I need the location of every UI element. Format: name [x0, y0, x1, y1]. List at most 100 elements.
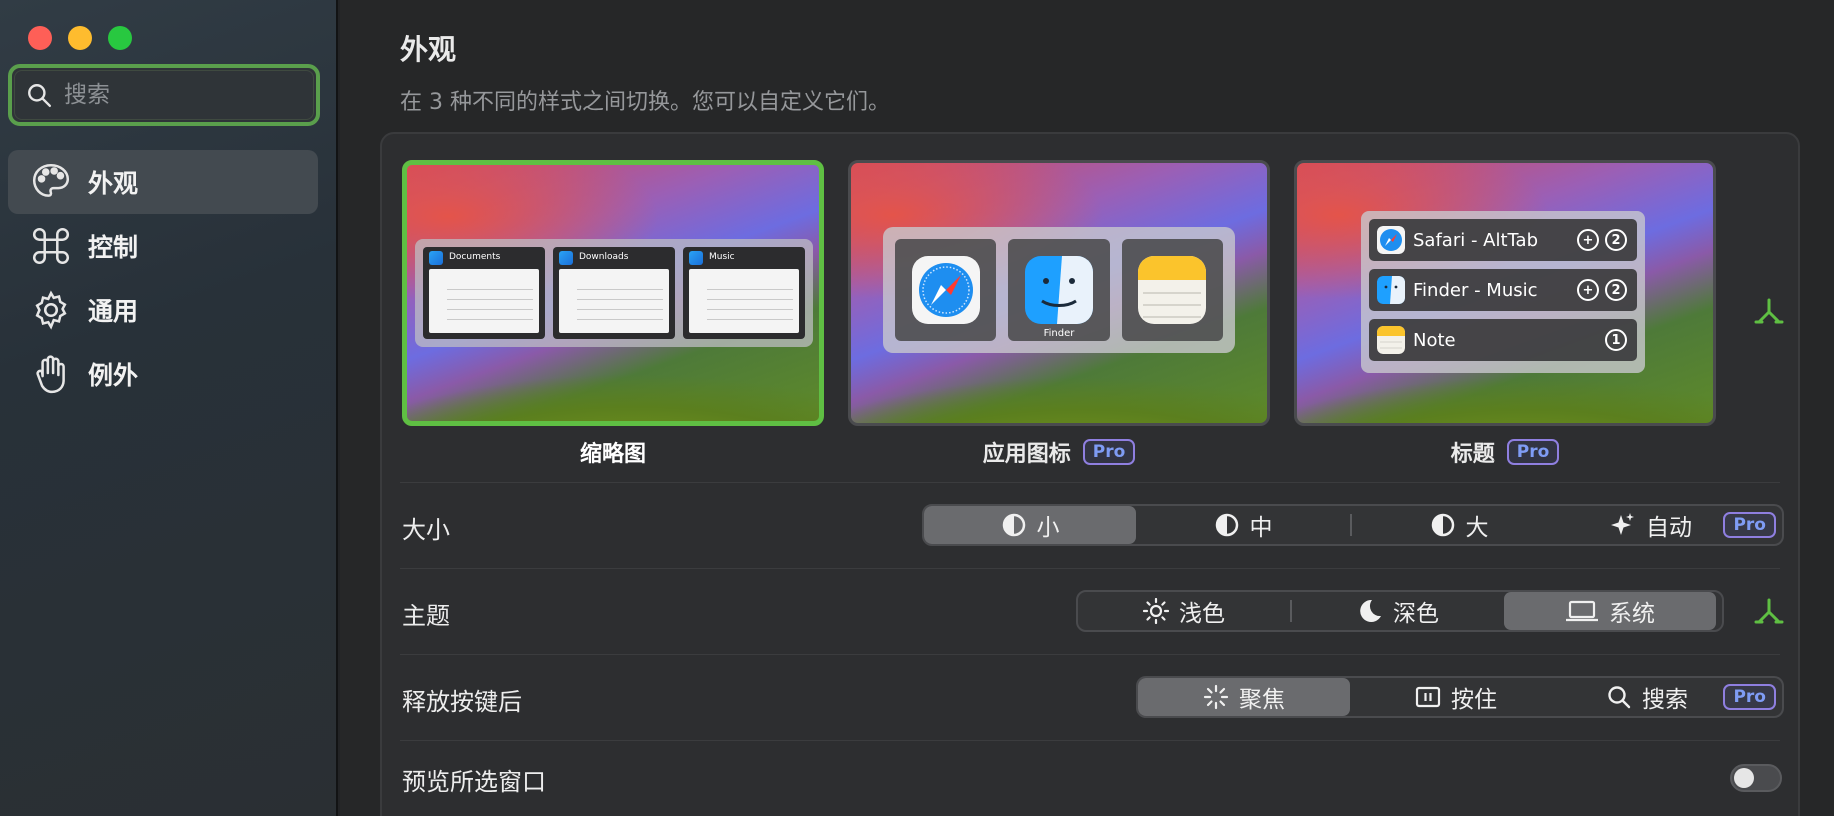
theme-label: 主题	[402, 602, 450, 630]
search-icon	[1608, 686, 1631, 709]
title-row: Safari - AltTab +2	[1369, 219, 1637, 261]
sidebar: 外观 控制 通用 例外	[0, 0, 338, 816]
style-label: 应用图标 Pro	[848, 436, 1270, 468]
search-input[interactable]	[64, 82, 304, 108]
window-thumbnail	[559, 269, 669, 333]
size-option-label: 自动	[1646, 515, 1692, 541]
pro-badge: Pro	[1723, 512, 1776, 538]
page-title: 外观	[400, 33, 457, 66]
release-option-label: 聚焦	[1239, 687, 1285, 713]
thumbnails-preview: Documents Downloads Music	[402, 160, 824, 426]
release-option-focus[interactable]: 聚焦	[1138, 678, 1350, 716]
customize-style-icon[interactable]	[1754, 296, 1784, 326]
window-count-badge: 2	[1605, 279, 1627, 301]
close-window-button[interactable]	[28, 26, 52, 50]
window-thumbnail	[689, 269, 799, 333]
minimize-window-button[interactable]	[68, 26, 92, 50]
pro-badge: Pro	[1082, 439, 1136, 465]
divider	[400, 568, 1780, 569]
pause-square-icon	[1415, 686, 1441, 708]
size-option-label: 小	[1036, 515, 1060, 541]
notes-icon	[1138, 256, 1207, 324]
app-tile	[1121, 239, 1223, 341]
window-count-badge: 1	[1605, 329, 1627, 351]
release-option-hold[interactable]: 按住	[1350, 678, 1562, 716]
size-option-label: 大	[1465, 515, 1489, 541]
app-icons-strip: Finder	[883, 227, 1235, 353]
divider	[400, 740, 1780, 741]
palette-icon	[32, 163, 70, 197]
preview-window-toggle[interactable]	[1730, 764, 1782, 792]
sidebar-item-label: 控制	[88, 233, 139, 262]
loading-spark-icon	[1203, 684, 1229, 710]
toggle-knob	[1734, 768, 1754, 788]
thumbnail-title: Downloads	[579, 252, 629, 262]
zoom-window-button[interactable]	[108, 26, 132, 50]
preview-window-label: 预览所选窗口	[402, 768, 546, 796]
page-subtitle: 在 3 种不同的样式之间切换。您可以自定义它们。	[400, 90, 890, 115]
finder-icon	[1377, 276, 1405, 304]
customize-theme-icon[interactable]	[1754, 596, 1784, 626]
title-row-text: Safari - AltTab	[1413, 229, 1539, 251]
appearance-card: Documents Downloads Music 缩略图 Finder 应用图…	[380, 132, 1800, 816]
window-thumbnail	[429, 269, 539, 333]
size-option-medium[interactable]: 中	[1136, 506, 1350, 544]
sidebar-item-label: 例外	[88, 361, 139, 390]
style-label-text: 应用图标	[982, 442, 1071, 467]
finder-icon	[429, 251, 443, 265]
style-label: 标题 Pro	[1294, 436, 1716, 468]
sidebar-item-exceptions[interactable]: 例外	[8, 342, 318, 406]
safari-icon	[1377, 226, 1405, 254]
pro-badge: Pro	[1506, 439, 1560, 465]
theme-option-light[interactable]: 浅色	[1078, 592, 1290, 630]
divider	[400, 654, 1780, 655]
theme-option-label: 系统	[1609, 601, 1655, 627]
half-circle-icon	[1215, 513, 1238, 537]
app-caption: Finder	[1043, 328, 1075, 339]
sun-icon	[1143, 598, 1169, 624]
thumbnail-card: Music	[683, 247, 805, 339]
sidebar-item-general[interactable]: 通用	[8, 278, 318, 342]
moon-icon	[1360, 599, 1381, 622]
finder-icon	[1024, 256, 1093, 324]
sidebar-nav: 外观 控制 通用 例外	[8, 150, 318, 406]
thumbnail-card: Downloads	[553, 247, 675, 339]
thumbnail-card: Documents	[423, 247, 545, 339]
sidebar-item-label: 外观	[88, 169, 139, 198]
theme-option-dark[interactable]: 深色	[1292, 592, 1504, 630]
finder-icon	[559, 251, 573, 265]
sparkles-icon	[1611, 513, 1634, 535]
release-option-label: 按住	[1451, 687, 1497, 713]
titles-list: Safari - AltTab +2 Finder - Music +2 Not…	[1361, 211, 1645, 373]
size-option-small[interactable]: 小	[924, 506, 1136, 544]
style-label-text: 标题	[1450, 442, 1495, 467]
sidebar-item-controls[interactable]: 控制	[8, 214, 318, 278]
sidebar-item-label: 通用	[88, 297, 139, 326]
style-option-app-icons[interactable]: Finder 应用图标 Pro	[848, 160, 1270, 468]
plus-icon: +	[1577, 229, 1599, 251]
finder-icon	[689, 251, 703, 265]
command-icon	[32, 227, 70, 265]
theme-option-system[interactable]: 系统	[1504, 592, 1716, 630]
theme-option-label: 深色	[1393, 601, 1439, 627]
window-count-badge: 2	[1605, 229, 1627, 251]
gear-icon	[35, 290, 67, 330]
style-option-titles[interactable]: Safari - AltTab +2 Finder - Music +2 Not…	[1294, 160, 1716, 468]
style-option-thumbnails[interactable]: Documents Downloads Music 缩略图	[402, 160, 824, 468]
size-option-large[interactable]: 大	[1352, 506, 1566, 544]
search-box[interactable]	[8, 64, 320, 126]
thumbnail-title: Documents	[449, 252, 501, 262]
theme-segmented-control: 浅色 深色 系统	[1076, 590, 1724, 632]
title-row: Note 1	[1369, 319, 1637, 361]
half-circle-icon	[1431, 513, 1454, 537]
thumbnail-title: Music	[709, 252, 735, 262]
titles-preview: Safari - AltTab +2 Finder - Music +2 Not…	[1294, 160, 1716, 426]
app-tile	[895, 239, 997, 341]
app-tile: Finder	[1008, 239, 1110, 341]
thumbnails-strip: Documents Downloads Music	[415, 239, 813, 347]
sidebar-item-appearance[interactable]: 外观	[8, 150, 318, 214]
size-label: 大小	[402, 516, 450, 544]
half-circle-icon	[1002, 513, 1025, 537]
divider	[400, 482, 1780, 483]
theme-option-label: 浅色	[1179, 601, 1225, 627]
